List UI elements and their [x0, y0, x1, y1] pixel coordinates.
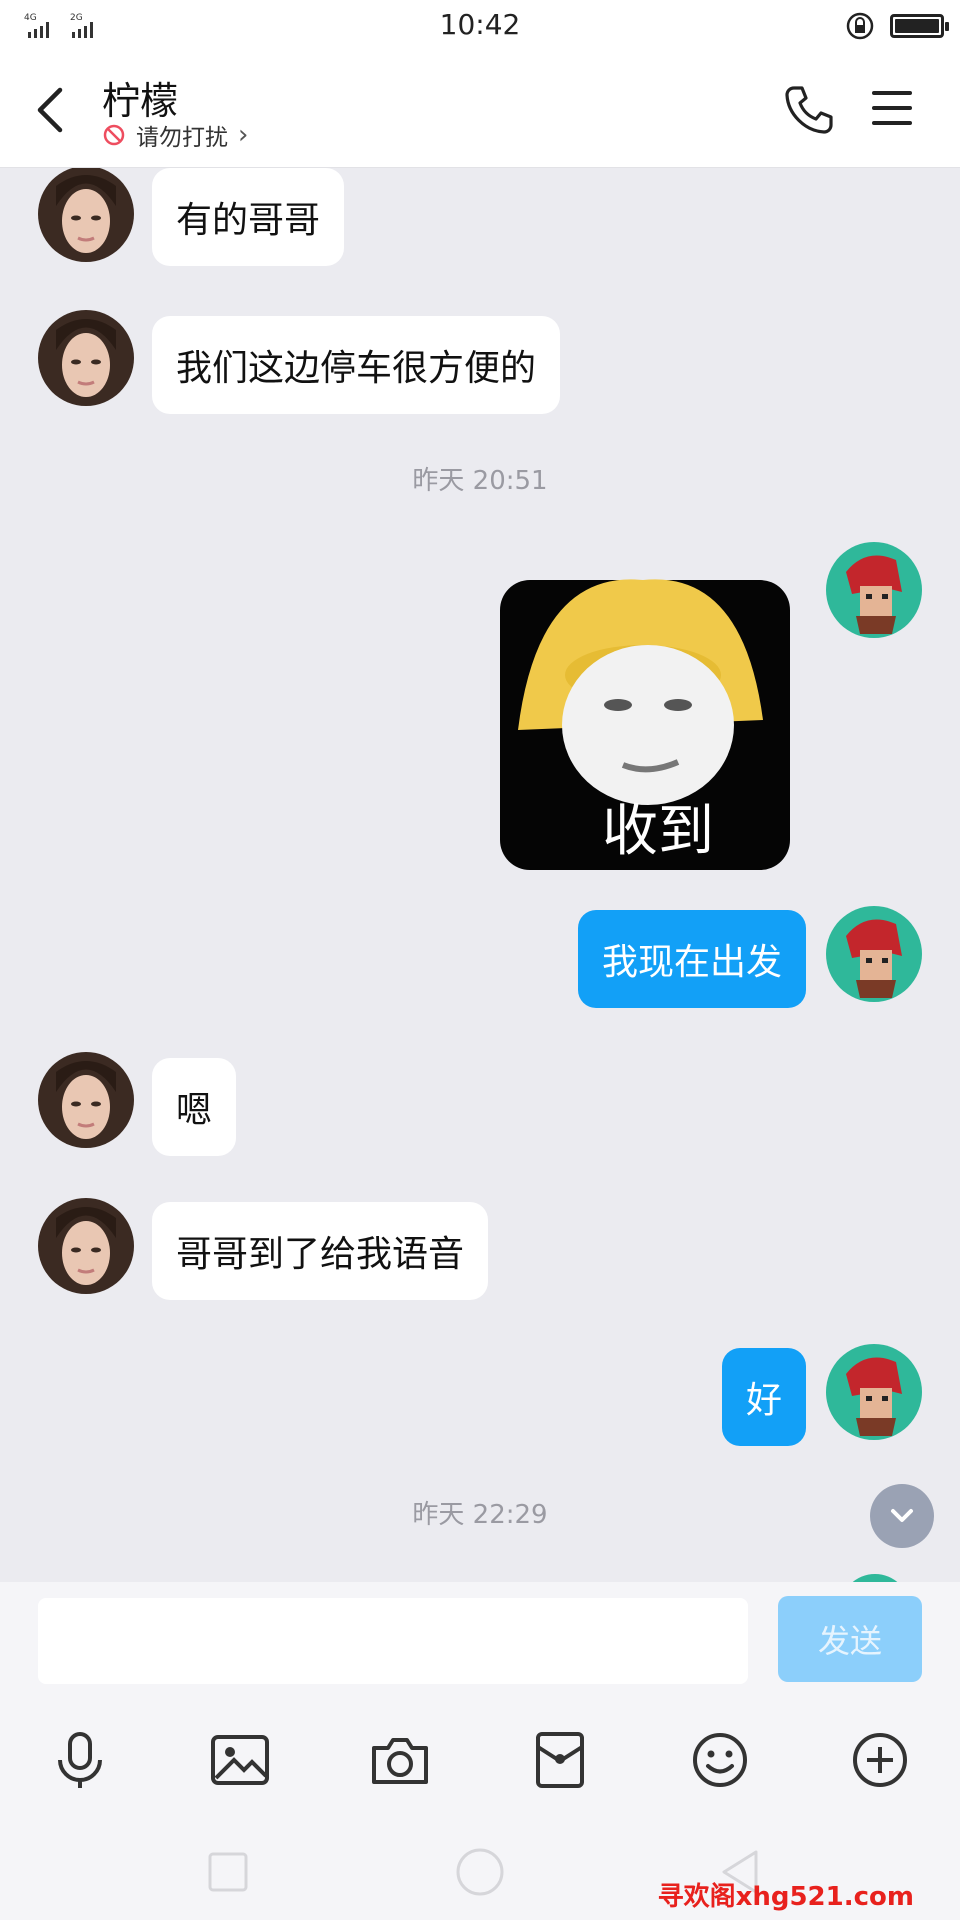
watermark: 寻欢阁xhg521.com: [657, 1882, 914, 1912]
battery-icon: [890, 14, 949, 38]
back-arrow-icon[interactable]: [30, 82, 70, 138]
message-bubble-incoming[interactable]: 嗯: [152, 1058, 237, 1156]
message-bubble-outgoing[interactable]: 我现在出发: [577, 910, 806, 1008]
composer-toolbar: [0, 1708, 960, 1808]
timestamp: 昨天 22:29: [412, 1500, 548, 1530]
status-time: 10:42: [439, 8, 521, 41]
message-text: 哥哥到了给我语音: [176, 1234, 465, 1275]
image-icon[interactable]: [208, 1728, 272, 1792]
message-list[interactable]: 有的哥哥 我们这边停车很方便的 昨天 20:51 收到 我现在出发 嗯 哥哥到了…: [0, 168, 960, 1582]
chevron-right-icon: ›: [238, 120, 249, 150]
composer: 发送 寻欢阁xhg521.com: [0, 1582, 960, 1920]
scroll-to-bottom-button[interactable]: [870, 1484, 934, 1548]
message-text: 好: [745, 1380, 782, 1421]
message-bubble-incoming[interactable]: 哥哥到了给我语音: [152, 1202, 489, 1300]
message-input[interactable]: [38, 1598, 748, 1684]
message-bubble-outgoing[interactable]: 好: [721, 1348, 806, 1446]
chevron-down-icon: [891, 1509, 913, 1522]
do-not-disturb-status[interactable]: 请勿打扰 ›: [102, 118, 248, 152]
menu-icon[interactable]: [870, 86, 914, 130]
message-text: 嗯: [176, 1090, 213, 1131]
phone-call-icon[interactable]: [780, 82, 836, 138]
contact-avatar[interactable]: [38, 1052, 134, 1148]
recent-apps-icon[interactable]: [200, 1844, 256, 1900]
message-text: 有的哥哥: [176, 200, 321, 241]
contact-avatar[interactable]: [38, 168, 134, 262]
user-avatar: [840, 1574, 910, 1582]
emoji-icon[interactable]: [688, 1728, 752, 1792]
contact-avatar[interactable]: [38, 310, 134, 406]
red-packet-icon[interactable]: [528, 1728, 592, 1792]
chat-header: 柠檬 请勿打扰 ›: [0, 52, 960, 168]
microphone-icon[interactable]: [48, 1728, 112, 1792]
plus-icon[interactable]: [848, 1728, 912, 1792]
sticker-image[interactable]: 收到: [478, 540, 808, 870]
send-button[interactable]: 发送: [778, 1596, 922, 1682]
status-bar: 4G 2G 10:42: [0, 0, 960, 52]
user-avatar[interactable]: [826, 542, 922, 638]
do-not-disturb-label: 请勿打扰: [136, 125, 228, 151]
camera-icon[interactable]: [368, 1728, 432, 1792]
message-text: 我们这边停车很方便的: [176, 348, 537, 389]
user-avatar[interactable]: [826, 1344, 922, 1440]
contact-avatar[interactable]: [38, 1198, 134, 1294]
message-bubble-incoming[interactable]: 我们这边停车很方便的: [152, 316, 561, 414]
contact-name[interactable]: 柠檬: [102, 70, 178, 125]
sticker-caption: 收到: [602, 799, 714, 864]
home-icon[interactable]: [452, 1844, 508, 1900]
user-avatar[interactable]: [826, 906, 922, 1002]
no-disturb-icon: [103, 124, 125, 146]
timestamp: 昨天 20:51: [412, 466, 548, 496]
message-text: 我现在出发: [601, 942, 782, 983]
rotation-lock-icon: [846, 12, 874, 40]
message-bubble-incoming[interactable]: 有的哥哥: [152, 168, 345, 266]
